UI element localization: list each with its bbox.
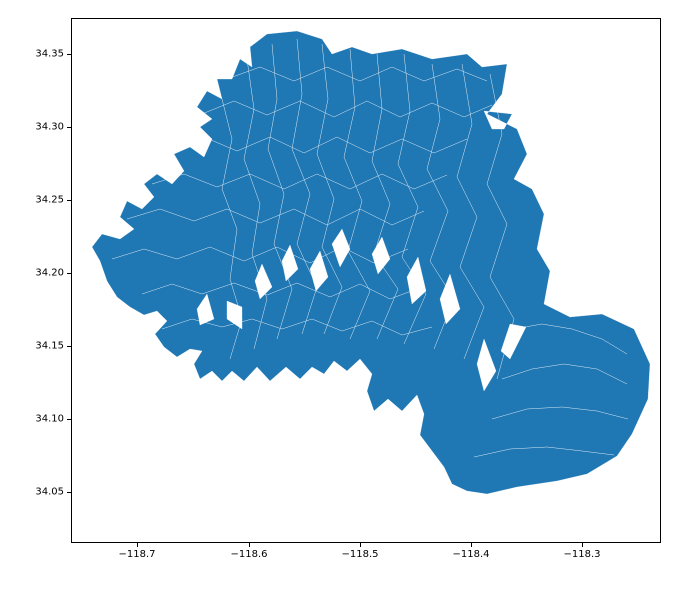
yticklabel-5: 34.30 — [30, 122, 64, 133]
ytick-1 — [67, 419, 71, 420]
yticklabel-0: 34.05 — [30, 487, 64, 498]
xticklabel-0: −118.7 — [118, 549, 155, 560]
xtick-0 — [137, 543, 138, 547]
ytick-2 — [67, 346, 71, 347]
figure: −118.7 −118.6 −118.5 −118.4 −118.3 34.05… — [0, 0, 689, 595]
yticklabel-1: 34.10 — [30, 414, 64, 425]
xticklabel-4: −118.3 — [563, 549, 600, 560]
ytick-4 — [67, 200, 71, 201]
yticklabel-4: 34.25 — [30, 195, 64, 206]
xticklabel-2: −118.5 — [341, 549, 378, 560]
xticklabel-1: −118.6 — [230, 549, 267, 560]
ytick-0 — [67, 492, 71, 493]
map-axes — [71, 18, 661, 543]
ytick-3 — [67, 273, 71, 274]
xtick-2 — [360, 543, 361, 547]
yticklabel-2: 34.15 — [30, 341, 64, 352]
xtick-3 — [471, 543, 472, 547]
yticklabel-6: 34.35 — [30, 49, 64, 60]
ytick-6 — [67, 54, 71, 55]
xtick-4 — [582, 543, 583, 547]
xtick-1 — [249, 543, 250, 547]
xticklabel-3: −118.4 — [452, 549, 489, 560]
map-svg — [72, 19, 660, 542]
yticklabel-3: 34.20 — [30, 268, 64, 279]
ytick-5 — [67, 127, 71, 128]
